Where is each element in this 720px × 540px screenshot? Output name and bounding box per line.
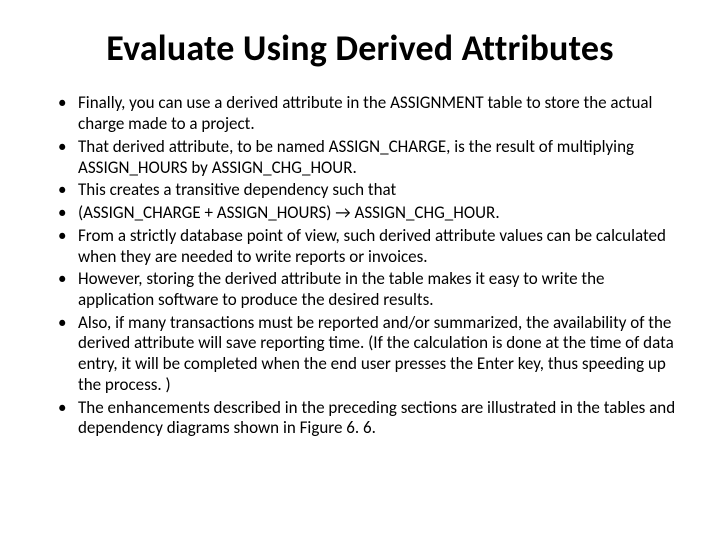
list-item: Finally, you can use a derived attribute…	[52, 93, 676, 134]
list-item: (ASSIGN_CHARGE + ASSIGN_HOURS) → ASSIGN_…	[52, 203, 676, 224]
list-item: This creates a transitive dependency suc…	[52, 180, 676, 201]
list-item: That derived attribute, to be named ASSI…	[52, 137, 676, 178]
list-item: The enhancements described in the preced…	[52, 398, 676, 439]
slide-title: Evaluate Using Derived Attributes	[40, 28, 680, 69]
list-item: However, storing the derived attribute i…	[52, 269, 676, 310]
slide: Evaluate Using Derived Attributes Finall…	[0, 0, 720, 540]
list-item: Also, if many transactions must be repor…	[52, 313, 676, 396]
bullet-list: Finally, you can use a derived attribute…	[40, 93, 680, 439]
list-item: From a strictly database point of view, …	[52, 226, 676, 267]
